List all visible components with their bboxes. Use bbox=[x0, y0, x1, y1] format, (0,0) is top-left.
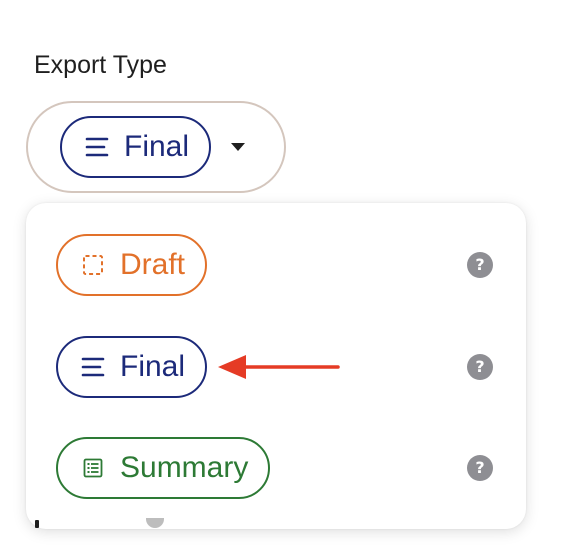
partially-hidden-content bbox=[0, 518, 575, 552]
option-summary[interactable]: Summary ? bbox=[56, 436, 496, 500]
hidden-text-fragment bbox=[35, 520, 39, 528]
dashed-square-icon bbox=[80, 252, 106, 278]
option-draft[interactable]: Draft ? bbox=[56, 233, 496, 297]
chip-summary-label: Summary bbox=[120, 451, 249, 484]
lines-icon bbox=[80, 354, 106, 380]
chip-summary: Summary bbox=[56, 437, 271, 499]
chip-draft-label: Draft bbox=[120, 248, 186, 281]
chip-final-label: Final bbox=[120, 350, 186, 383]
chevron-down-icon[interactable] bbox=[231, 143, 246, 151]
selected-chip-final: Final bbox=[60, 116, 212, 178]
selected-chip-label: Final bbox=[124, 130, 190, 163]
chip-final: Final bbox=[56, 336, 208, 398]
help-icon[interactable]: ? bbox=[467, 252, 493, 278]
export-type-label: Export Type bbox=[34, 51, 167, 79]
help-icon[interactable]: ? bbox=[467, 354, 493, 380]
annotation-arrow-icon bbox=[218, 355, 340, 379]
chip-draft: Draft bbox=[56, 234, 208, 296]
help-icon[interactable]: ? bbox=[467, 455, 493, 481]
export-type-select[interactable]: Final bbox=[26, 101, 286, 193]
lines-icon bbox=[84, 134, 110, 160]
list-box-icon bbox=[80, 455, 106, 481]
